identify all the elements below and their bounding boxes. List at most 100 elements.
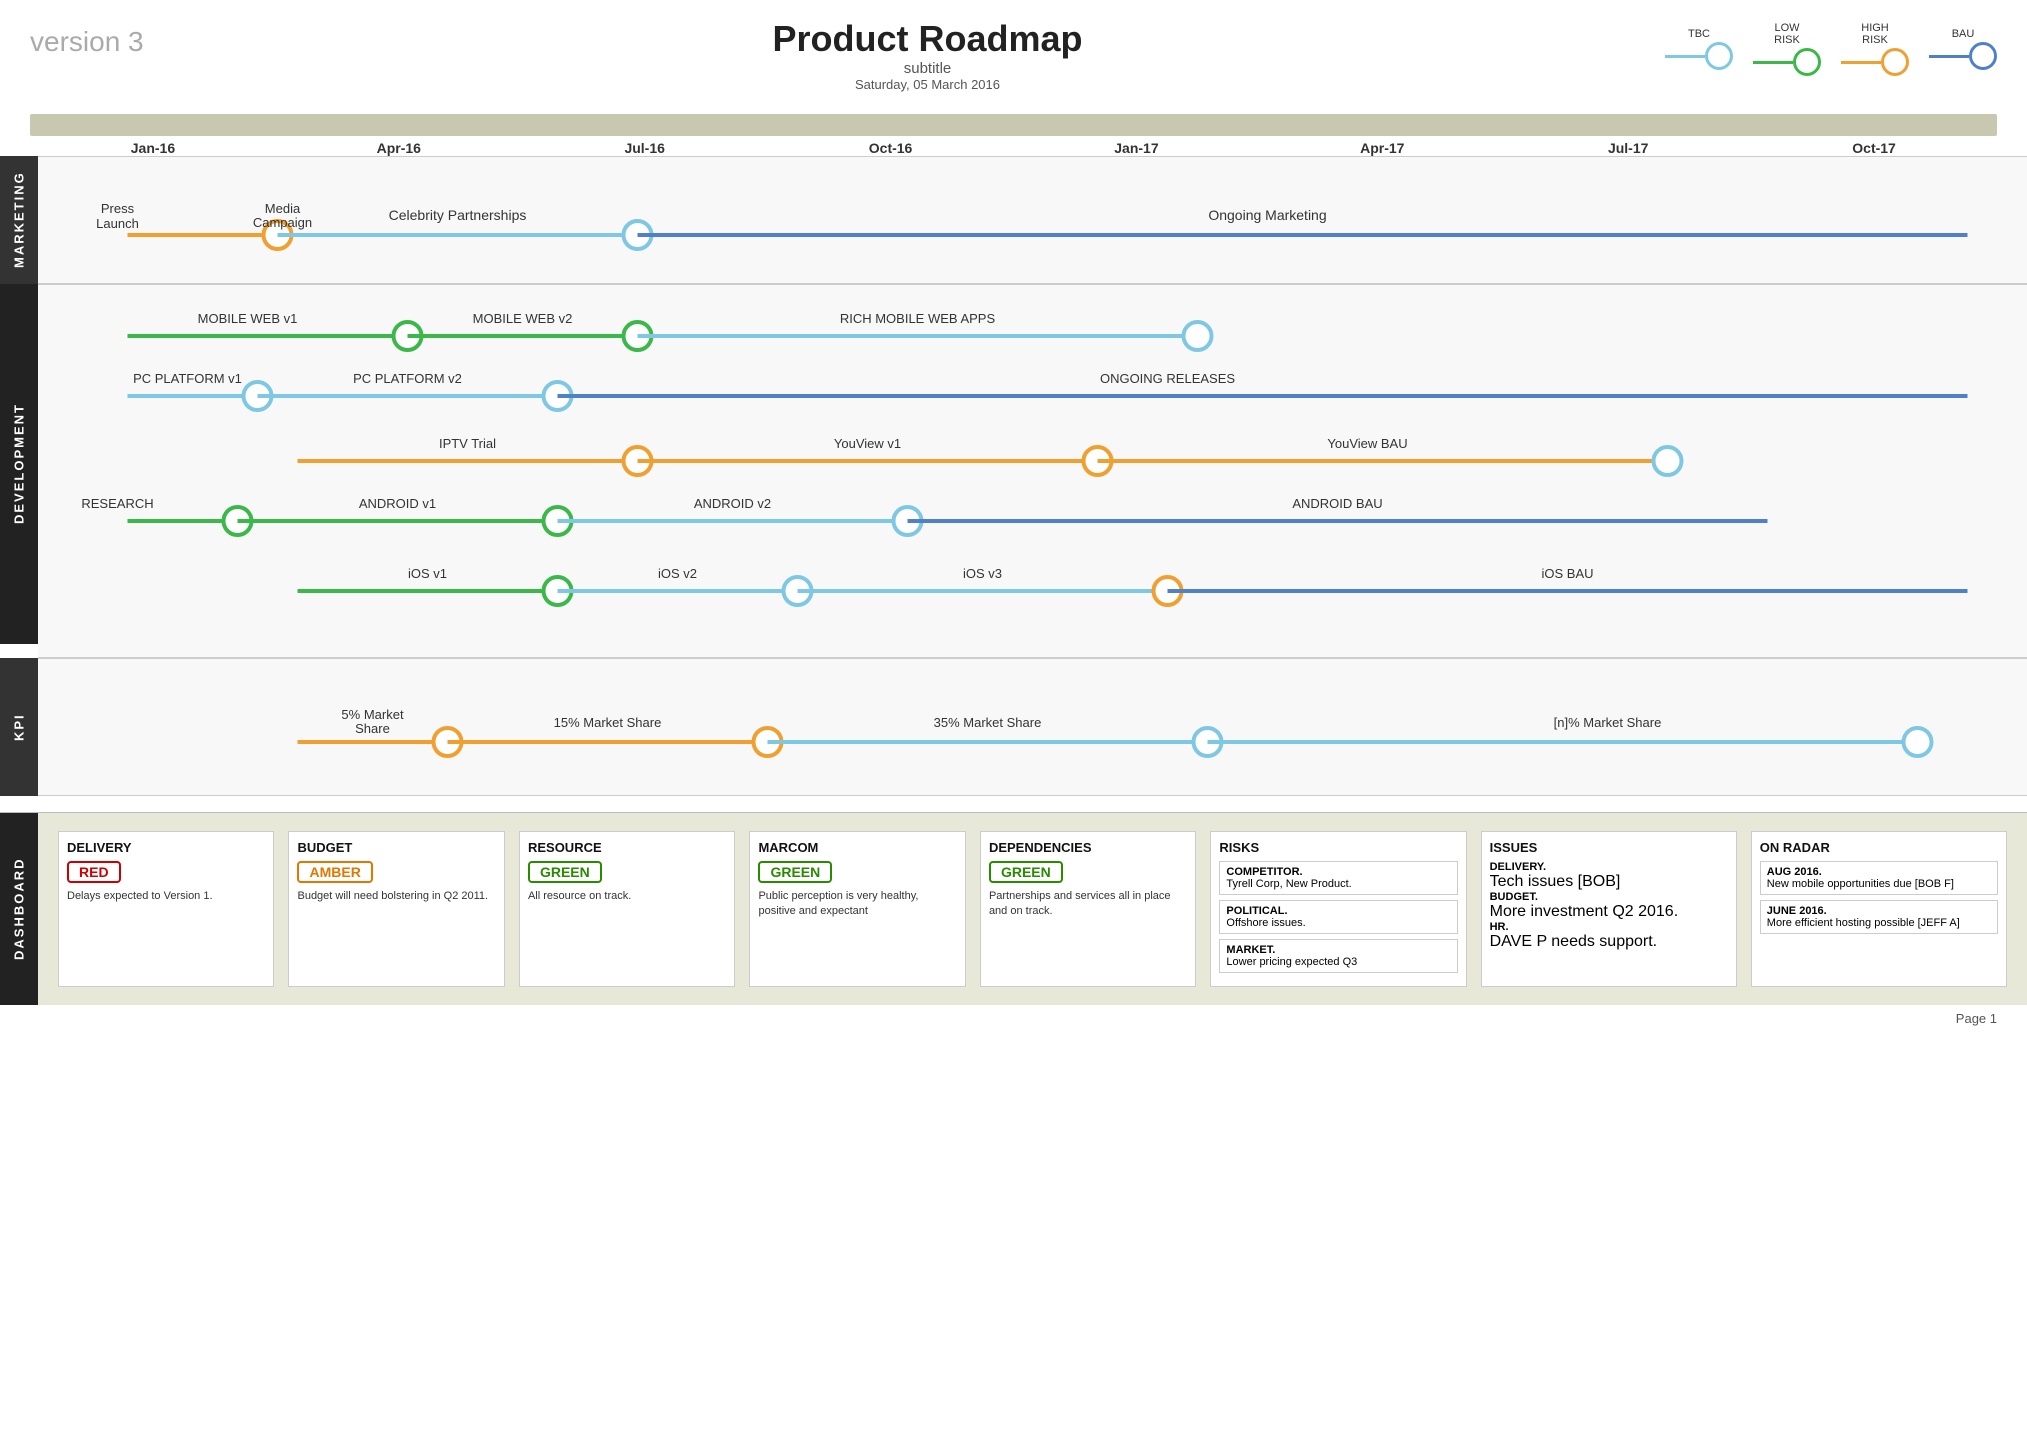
timeline-oct16: Oct-16 (768, 140, 1014, 156)
svg-text:MOBILE WEB v2: MOBILE WEB v2 (473, 311, 573, 326)
marcom-card: MARCOM GREEN Public perception is very h… (749, 831, 965, 987)
development-svg: MOBILE WEB v1 MOBILE WEB v2 RICH MOBILE … (58, 291, 2007, 651)
delivery-text: Delays expected to Version 1. (67, 889, 265, 904)
main-title: Product Roadmap (190, 18, 1665, 60)
timeline-oct17: Oct-17 (1751, 140, 1997, 156)
svg-text:ONGOING RELEASES: ONGOING RELEASES (1100, 371, 1235, 386)
marcom-badge: GREEN (758, 861, 832, 883)
svg-text:Campaign: Campaign (253, 215, 312, 230)
kpi-svg: 5% Market Share 15% Market Share 35% Mar… (58, 667, 2007, 787)
issue-hr: HR. DAVE P needs support. (1490, 921, 1728, 951)
dependencies-card: DEPENDENCIES GREEN Partnerships and serv… (980, 831, 1196, 987)
resource-card: RESOURCE GREEN All resource on track. (519, 831, 735, 987)
legend-item-low-risk: LOWRISK (1753, 22, 1821, 76)
marketing-svg: Press Launch Media Campaign Celebrity Pa… (58, 165, 2007, 275)
spacer (0, 796, 2027, 812)
marketing-label: MARKETING (0, 156, 38, 284)
budget-title: BUDGET (297, 840, 495, 855)
marcom-title: MARCOM (758, 840, 956, 855)
resource-text: All resource on track. (528, 889, 726, 904)
delivery-badge: RED (67, 861, 121, 883)
legend: TBC LOWRISK HIGHRISK BAU (1665, 22, 1997, 76)
svg-text:PC PLATFORM v2: PC PLATFORM v2 (353, 371, 462, 386)
resource-badge: GREEN (528, 861, 602, 883)
issue-delivery: DELIVERY. Tech issues [BOB] (1490, 861, 1728, 891)
legend-item-tbc: TBC (1665, 28, 1733, 70)
dashboard-section: DASHBOARD DELIVERY RED Delays expected t… (0, 812, 2027, 1005)
svg-text:ANDROID v2: ANDROID v2 (694, 496, 771, 511)
on-radar-card: ON RADAR AUG 2016. New mobile opportunit… (1751, 831, 2007, 987)
kpi-section-wrapper: KPI 5% Market Share 15% Market Share 35%… (0, 658, 2027, 796)
risks-card: RISKS COMPETITOR. Tyrell Corp, New Produ… (1210, 831, 1466, 987)
dashboard-label: DASHBOARD (0, 813, 38, 1005)
svg-text:IPTV Trial: IPTV Trial (439, 436, 496, 451)
risk-item-competitor: COMPETITOR. Tyrell Corp, New Product. (1219, 861, 1457, 895)
svg-text:Launch: Launch (96, 216, 139, 231)
risks-title: RISKS (1219, 840, 1457, 855)
on-radar-june: JUNE 2016. More efficient hosting possib… (1760, 900, 1998, 934)
on-radar-aug: AUG 2016. New mobile opportunities due [… (1760, 861, 1998, 895)
resource-title: RESOURCE (528, 840, 726, 855)
svg-text:Ongoing Marketing: Ongoing Marketing (1208, 207, 1326, 223)
delivery-card: DELIVERY RED Delays expected to Version … (58, 831, 274, 987)
dashboard-content: DELIVERY RED Delays expected to Version … (38, 813, 2027, 1005)
header: version 3 Product Roadmap subtitle Satur… (0, 0, 2027, 92)
svg-text:PC PLATFORM v1: PC PLATFORM v1 (133, 371, 242, 386)
version-label: version 3 (30, 26, 190, 58)
svg-text:MOBILE WEB v1: MOBILE WEB v1 (198, 311, 298, 326)
svg-text:ANDROID v1: ANDROID v1 (359, 496, 436, 511)
marketing-section-wrapper: MARKETING Press Launch Media Campaign Ce… (0, 156, 2027, 284)
dependencies-badge: GREEN (989, 861, 1063, 883)
legend-item-bau: BAU (1929, 28, 1997, 70)
svg-text:iOS v1: iOS v1 (408, 566, 447, 581)
svg-text:Celebrity Partnerships: Celebrity Partnerships (389, 207, 527, 223)
svg-text:Media: Media (265, 201, 301, 216)
page-number: Page 1 (0, 1005, 2027, 1032)
timeline-jul17: Jul-17 (1505, 140, 1751, 156)
timeline-apr16: Apr-16 (276, 140, 522, 156)
development-content: MOBILE WEB v1 MOBILE WEB v2 RICH MOBILE … (38, 284, 2027, 658)
on-radar-title: ON RADAR (1760, 840, 1998, 855)
svg-text:ANDROID BAU: ANDROID BAU (1292, 496, 1382, 511)
svg-text:YouView v1: YouView v1 (834, 436, 901, 451)
svg-text:iOS v3: iOS v3 (963, 566, 1002, 581)
date-label: Saturday, 05 March 2016 (190, 77, 1665, 92)
svg-text:Share: Share (355, 721, 390, 736)
timeline-jul16: Jul-16 (522, 140, 768, 156)
svg-text:RICH MOBILE WEB APPS: RICH MOBILE WEB APPS (840, 311, 996, 326)
title-block: Product Roadmap subtitle Saturday, 05 Ma… (190, 18, 1665, 92)
svg-text:iOS BAU: iOS BAU (1541, 566, 1593, 581)
timeline-jan17: Jan-17 (1014, 140, 1260, 156)
issue-budget: BUDGET. More investment Q2 2016. (1490, 891, 1728, 921)
delivery-title: DELIVERY (67, 840, 265, 855)
timeline-jan16: Jan-16 (30, 140, 276, 156)
issues-card: ISSUES DELIVERY. Tech issues [BOB] BUDGE… (1481, 831, 1737, 987)
svg-text:15% Market Share: 15% Market Share (554, 715, 662, 730)
subtitle: subtitle (190, 60, 1665, 77)
svg-text:[n]% Market Share: [n]% Market Share (1554, 715, 1662, 730)
issues-title: ISSUES (1490, 840, 1728, 855)
timeline-labels: Jan-16 Apr-16 Jul-16 Oct-16 Jan-17 Apr-1… (30, 136, 1997, 156)
development-section-wrapper: DEVELOPMENT MOBILE WEB v1 MOBILE WEB v2 … (0, 284, 2027, 658)
kpi-content: 5% Market Share 15% Market Share 35% Mar… (38, 658, 2027, 796)
svg-text:iOS v2: iOS v2 (658, 566, 697, 581)
risk-item-political: POLITICAL. Offshore issues. (1219, 900, 1457, 934)
development-label: DEVELOPMENT (0, 284, 38, 644)
timeline-apr17: Apr-17 (1259, 140, 1505, 156)
budget-text: Budget will need bolstering in Q2 2011. (297, 889, 495, 904)
timeline-bar (30, 114, 1997, 136)
risk-item-market: MARKET. Lower pricing expected Q3 (1219, 939, 1457, 973)
marcom-text: Public perception is very healthy, posit… (758, 889, 956, 920)
timeline-section: Jan-16 Apr-16 Jul-16 Oct-16 Jan-17 Apr-1… (0, 114, 2027, 156)
svg-text:Press: Press (101, 201, 135, 216)
svg-text:35% Market Share: 35% Market Share (934, 715, 1042, 730)
legend-item-high-risk: HIGHRISK (1841, 22, 1909, 76)
budget-badge: AMBER (297, 861, 372, 883)
svg-text:RESEARCH: RESEARCH (81, 496, 153, 511)
marketing-content: Press Launch Media Campaign Celebrity Pa… (38, 156, 2027, 284)
dependencies-title: DEPENDENCIES (989, 840, 1187, 855)
budget-card: BUDGET AMBER Budget will need bolstering… (288, 831, 504, 987)
kpi-label: KPI (0, 658, 38, 796)
svg-text:YouView BAU: YouView BAU (1327, 436, 1407, 451)
svg-text:5% Market: 5% Market (341, 707, 404, 722)
